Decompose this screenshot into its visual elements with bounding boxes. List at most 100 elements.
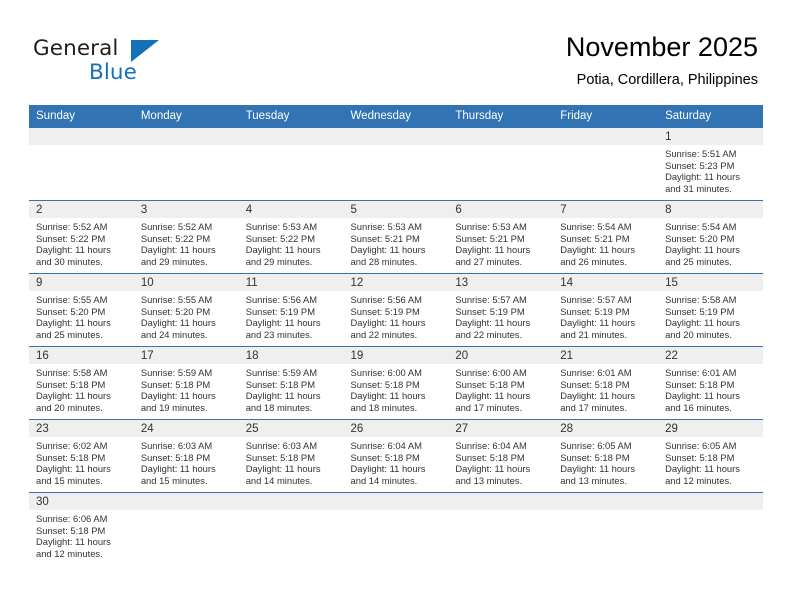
day-number: 11 xyxy=(238,274,344,291)
weekday-header-monday: Monday xyxy=(133,105,239,128)
daylight-text-line1: Daylight: 11 hours xyxy=(36,463,111,475)
daylight-text-line2: and 27 minutes. xyxy=(455,255,523,267)
daylight-text-line2: and 25 minutes. xyxy=(665,255,732,267)
calendar-day-cell-inner xyxy=(553,128,659,200)
calendar-day-cell[interactable]: 19 Sunrise: 6:00 AM Sunset: 5:18 PM Dayligh… xyxy=(343,346,449,420)
day-number xyxy=(29,128,134,145)
sunset-text: Sunset: 5:18 PM xyxy=(455,378,525,390)
calendar-day-cell-inner: 20 Sunrise: 6:00 AM Sunset: 5:18 PM Dayligh… xyxy=(448,347,554,419)
calendar-day-cell[interactable]: 27 Sunrise: 6:04 AM Sunset: 5:18 PM Dayligh… xyxy=(448,419,554,493)
calendar-day-cell[interactable]: 20 Sunrise: 6:00 AM Sunset: 5:18 PM Dayligh… xyxy=(448,346,554,420)
calendar-day-cell[interactable]: 26 Sunrise: 6:04 AM Sunset: 5:18 PM Dayligh… xyxy=(343,419,449,493)
sunrise-text: Sunrise: 6:05 AM xyxy=(560,440,632,451)
calendar-day-cell[interactable]: 10 Sunrise: 5:55 AM Sunset: 5:20 PM Dayligh… xyxy=(133,273,239,347)
day-number: 9 xyxy=(29,274,134,291)
sunrise-text: Sunrise: 5:55 AM xyxy=(140,294,213,305)
calendar-day-cell[interactable]: 28 Sunrise: 6:05 AM Sunset: 5:18 PM Dayligh… xyxy=(553,419,659,493)
calendar-day-cell[interactable]: 15 Sunrise: 5:58 AM Sunset: 5:19 PM Dayligh… xyxy=(658,273,763,347)
daylight-text-line2: and 14 minutes. xyxy=(245,474,313,486)
calendar-day-cell[interactable]: 17 Sunrise: 5:59 AM Sunset: 5:18 PM Dayligh… xyxy=(133,346,239,420)
daylight-text-line2: and 17 minutes. xyxy=(560,401,627,413)
daylight-text-line2: and 28 minutes. xyxy=(350,255,418,267)
weekday-header-sunday: Sunday xyxy=(29,105,134,128)
daylight-text-line2: and 22 minutes. xyxy=(455,328,523,340)
daylight-text-line2: and 13 minutes. xyxy=(455,474,523,486)
daylight-text-line1: Daylight: 11 hours xyxy=(140,244,216,256)
sunrise-text: Sunrise: 6:00 AM xyxy=(350,367,422,378)
calendar-day-cell[interactable]: 7 Sunrise: 5:54 AM Sunset: 5:21 PM Daylight… xyxy=(553,200,659,274)
sunset-text: Sunset: 5:22 PM xyxy=(36,232,106,244)
weekday-header-tuesday: Tuesday xyxy=(238,105,344,128)
page-header: General Blue November 2025 Potia, Cordil… xyxy=(0,0,792,104)
calendar-day-cell[interactable]: 16 Sunrise: 5:58 AM Sunset: 5:18 PM Dayligh… xyxy=(29,346,134,420)
weekday-header-saturday: Saturday xyxy=(658,105,763,128)
day-details: Sunrise: 5:59 AM Sunset: 5:18 PM Daylight:… xyxy=(239,364,344,413)
daylight-text-line1: Daylight: 11 hours xyxy=(245,317,321,329)
calendar-day-cell-inner: 7 Sunrise: 5:54 AM Sunset: 5:21 PM Daylight… xyxy=(553,201,659,273)
calendar-day-cell[interactable]: 18 Sunrise: 5:59 AM Sunset: 5:18 PM Dayligh… xyxy=(238,346,344,420)
title-block: November 2025 Potia, Cordillera, Philipp… xyxy=(566,30,758,90)
day-details: Sunrise: 5:56 AM Sunset: 5:19 PM Daylight:… xyxy=(344,291,449,340)
logo-text-general: General xyxy=(33,36,119,61)
calendar-day-cell[interactable]: 11 Sunrise: 5:56 AM Sunset: 5:19 PM Dayligh… xyxy=(238,273,344,347)
day-details: Sunrise: 5:54 AM Sunset: 5:21 PM Daylight:… xyxy=(553,218,658,267)
day-number: 8 xyxy=(658,201,763,218)
calendar-day-cell-inner xyxy=(343,128,449,200)
weekday-header-row: Sunday Monday Tuesday Wednesday Thursday… xyxy=(29,105,763,128)
daylight-text-line2: and 18 minutes. xyxy=(350,401,418,413)
calendar-day-cell-inner: 14 Sunrise: 5:57 AM Sunset: 5:19 PM Dayligh… xyxy=(553,274,659,346)
sunset-text: Sunset: 5:18 PM xyxy=(350,451,420,463)
calendar-day-cell-inner: 25 Sunrise: 6:03 AM Sunset: 5:18 PM Dayligh… xyxy=(238,420,344,492)
calendar-day-cell-inner: 27 Sunrise: 6:04 AM Sunset: 5:18 PM Dayligh… xyxy=(448,420,554,492)
calendar-day-cell[interactable]: 23 Sunrise: 6:02 AM Sunset: 5:18 PM Dayligh… xyxy=(29,419,134,493)
day-details: Sunrise: 6:05 AM Sunset: 5:18 PM Daylight:… xyxy=(658,437,763,486)
calendar-day-cell[interactable]: 3 Sunrise: 5:52 AM Sunset: 5:22 PM Daylight… xyxy=(133,200,239,274)
daylight-text-line2: and 12 minutes. xyxy=(665,474,732,486)
sunset-text: Sunset: 5:21 PM xyxy=(455,232,525,244)
calendar-day-cell[interactable]: 4 Sunrise: 5:53 AM Sunset: 5:22 PM Daylight… xyxy=(238,200,344,274)
day-number: 14 xyxy=(553,274,659,291)
calendar-day-cell[interactable]: 29 Sunrise: 6:05 AM Sunset: 5:18 PM Dayligh… xyxy=(658,419,763,493)
calendar-day-cell[interactable]: 1 Sunrise: 5:51 AM Sunset: 5:23 PM Daylight… xyxy=(658,127,763,201)
calendar-day-cell[interactable]: 8 Sunrise: 5:54 AM Sunset: 5:20 PM Daylight… xyxy=(658,200,763,274)
calendar-day-cell[interactable]: 6 Sunrise: 5:53 AM Sunset: 5:21 PM Daylight… xyxy=(448,200,554,274)
day-number xyxy=(448,128,554,145)
calendar-day-cell[interactable]: 13 Sunrise: 5:57 AM Sunset: 5:19 PM Dayligh… xyxy=(448,273,554,347)
calendar-day-cell[interactable]: 25 Sunrise: 6:03 AM Sunset: 5:18 PM Dayligh… xyxy=(238,419,344,493)
daylight-text-line2: and 19 minutes. xyxy=(140,401,208,413)
day-details: Sunrise: 5:58 AM Sunset: 5:18 PM Daylight:… xyxy=(29,364,134,413)
calendar-day-cell[interactable]: 24 Sunrise: 6:03 AM Sunset: 5:18 PM Dayligh… xyxy=(133,419,239,493)
day-details: Sunrise: 5:54 AM Sunset: 5:20 PM Daylight:… xyxy=(658,218,763,267)
calendar-day-cell-inner: 23 Sunrise: 6:02 AM Sunset: 5:18 PM Dayligh… xyxy=(29,420,134,492)
daylight-text-line1: Daylight: 11 hours xyxy=(665,463,740,475)
day-number xyxy=(343,493,449,510)
calendar-day-cell[interactable]: 5 Sunrise: 5:53 AM Sunset: 5:21 PM Daylight… xyxy=(343,200,449,274)
calendar-day-cell[interactable]: 22 Sunrise: 6:01 AM Sunset: 5:18 PM Dayligh… xyxy=(658,346,763,420)
calendar-day-cell[interactable]: 21 Sunrise: 6:01 AM Sunset: 5:18 PM Dayligh… xyxy=(553,346,659,420)
day-details: Sunrise: 6:04 AM Sunset: 5:18 PM Daylight:… xyxy=(448,437,553,486)
calendar-day-cell[interactable]: 9 Sunrise: 5:55 AM Sunset: 5:20 PM Daylight… xyxy=(29,273,134,347)
daylight-text-line1: Daylight: 11 hours xyxy=(350,317,426,329)
day-details: Sunrise: 5:53 AM Sunset: 5:21 PM Daylight:… xyxy=(448,218,553,267)
calendar-day-cell-inner: 24 Sunrise: 6:03 AM Sunset: 5:18 PM Dayligh… xyxy=(133,420,239,492)
sunset-text: Sunset: 5:18 PM xyxy=(36,451,106,463)
calendar-day-cell-inner xyxy=(133,128,239,200)
calendar-day-cell-inner xyxy=(448,493,554,565)
daylight-text-line1: Daylight: 11 hours xyxy=(36,390,111,402)
sunset-text: Sunset: 5:18 PM xyxy=(560,451,630,463)
calendar-day-cell-inner: 8 Sunrise: 5:54 AM Sunset: 5:20 PM Daylight… xyxy=(658,201,763,273)
daylight-text-line2: and 18 minutes. xyxy=(245,401,313,413)
calendar-week-row: 23 Sunrise: 6:02 AM Sunset: 5:18 PM Dayligh… xyxy=(29,419,763,493)
day-number: 2 xyxy=(29,201,134,218)
day-details: Sunrise: 5:53 AM Sunset: 5:21 PM Daylight:… xyxy=(344,218,449,267)
calendar-day-cell[interactable]: 30 Sunrise: 6:06 AM Sunset: 5:18 PM Dayligh… xyxy=(29,492,134,565)
calendar-day-cell[interactable]: 14 Sunrise: 5:57 AM Sunset: 5:19 PM Dayligh… xyxy=(553,273,659,347)
daylight-text-line1: Daylight: 11 hours xyxy=(455,317,531,329)
calendar-day-cell-inner: 26 Sunrise: 6:04 AM Sunset: 5:18 PM Dayligh… xyxy=(343,420,449,492)
calendar-day-cell[interactable]: 12 Sunrise: 5:56 AM Sunset: 5:19 PM Dayligh… xyxy=(343,273,449,347)
calendar-day-cell[interactable]: 2 Sunrise: 5:52 AM Sunset: 5:22 PM Daylight… xyxy=(29,200,134,274)
day-details: Sunrise: 5:59 AM Sunset: 5:18 PM Daylight:… xyxy=(134,364,239,413)
daylight-text-line1: Daylight: 11 hours xyxy=(350,390,426,402)
day-number xyxy=(133,128,239,145)
day-details: Sunrise: 6:05 AM Sunset: 5:18 PM Daylight:… xyxy=(553,437,658,486)
